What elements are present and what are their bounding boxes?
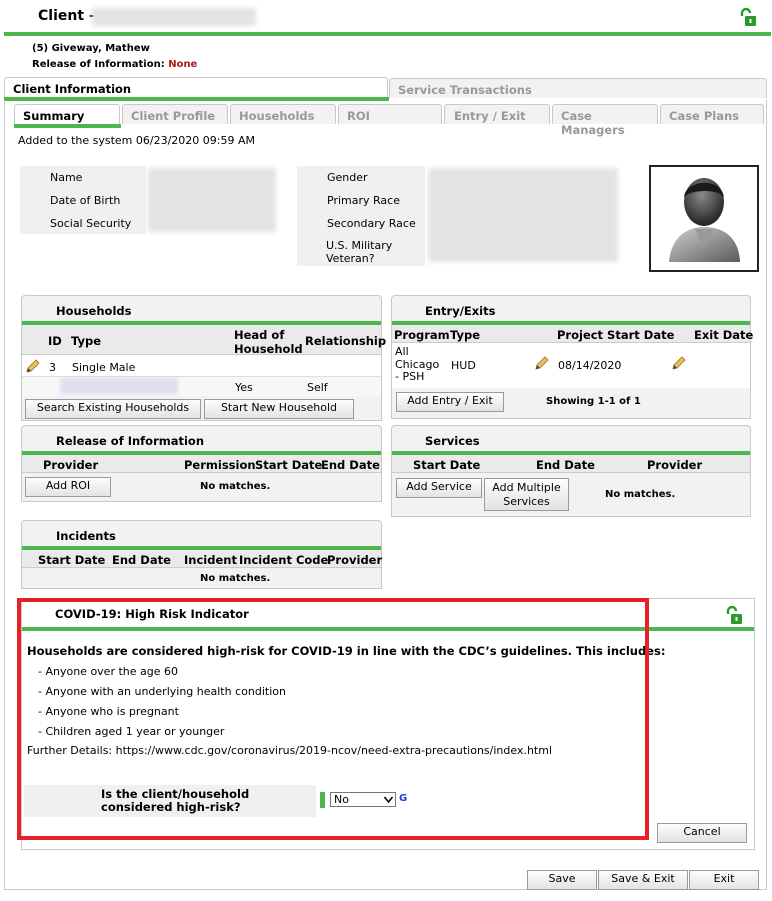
field-label-dob: Date of Birth: [50, 194, 121, 207]
tab-case-plans[interactable]: Case Plans: [660, 104, 764, 124]
inc-header-code: Incident Code: [239, 553, 329, 567]
add-entry-exit-button[interactable]: Add Entry / Exit: [396, 392, 504, 412]
lock-icon[interactable]: [738, 7, 758, 27]
roi-status-value: None: [168, 59, 198, 70]
roi-status-line: Release of Information: None: [32, 59, 197, 70]
ee-header-program: Program: [394, 328, 450, 342]
ee-header-exit: Exit Date: [694, 328, 754, 342]
roi-empty-text: No matches.: [200, 481, 271, 492]
tab-roi-label: ROI: [347, 109, 370, 123]
roi-header-permission: Permission: [184, 458, 256, 472]
hh-header-relationship: Relationship: [305, 334, 387, 348]
field-label-name: Name: [50, 171, 83, 184]
edit-entry-icon[interactable]: [534, 355, 550, 371]
tab-case-managers[interactable]: Case Managers: [552, 104, 658, 137]
tab-entry-exit[interactable]: Entry / Exit: [444, 104, 550, 124]
roi-header-start: Start Date: [255, 458, 323, 472]
svc-header-start: Start Date: [413, 458, 481, 472]
hh-row-type: Single Male: [72, 361, 136, 374]
tab-summary[interactable]: Summary: [14, 104, 120, 124]
tab-case-managers-label: Case Managers: [561, 109, 625, 137]
field-label-ssn: Social Security: [50, 217, 132, 230]
svc-empty-text: No matches.: [605, 489, 676, 500]
hh-row-id: 3: [49, 361, 56, 374]
hh-member-head: Yes: [235, 381, 253, 394]
hh-header-type: Type: [71, 334, 102, 348]
field-label-veteran: U.S. Military Veteran?: [326, 239, 393, 265]
ee-header-type: Type: [450, 328, 481, 342]
client-id-line: (5) Giveway, Mathew: [32, 43, 150, 54]
demographic-values-redacted: [428, 168, 618, 262]
page-title: Client -: [38, 8, 95, 24]
exit-button[interactable]: Exit: [689, 870, 759, 890]
inc-header-end: End Date: [112, 553, 171, 567]
roi-status-label: Release of Information:: [32, 59, 165, 70]
households-title: Households: [56, 304, 132, 318]
incidents-title: Incidents: [56, 529, 116, 543]
hh-header-head: Head of Household: [234, 328, 303, 356]
tab-client-information-label: Client Information: [13, 82, 132, 96]
identity-values-redacted: [148, 168, 276, 232]
ee-row-start: 08/14/2020: [558, 359, 622, 372]
roi-title: Release of Information: [56, 434, 205, 448]
ee-row-type: HUD: [451, 359, 476, 372]
roi-header-end: End Date: [321, 458, 380, 472]
edit-exit-icon[interactable]: [671, 355, 687, 371]
hh-header-id: ID: [48, 334, 62, 348]
inc-header-incident: Incident: [184, 553, 237, 567]
client-name-redacted: [92, 8, 256, 26]
highlight-box: [17, 598, 649, 840]
tab-case-plans-label: Case Plans: [669, 109, 740, 123]
tab-households[interactable]: Households: [230, 104, 336, 124]
field-label-primary-race: Primary Race: [327, 194, 400, 207]
add-service-button[interactable]: Add Service: [396, 478, 482, 498]
add-multiple-services-button[interactable]: Add Multiple Services: [484, 478, 569, 511]
tab-households-label: Households: [239, 109, 315, 123]
services-title: Services: [425, 434, 480, 448]
tab-client-information[interactable]: Client Information: [4, 77, 388, 98]
client-header: Client -: [0, 0, 772, 36]
hh-member-name-redacted: [60, 378, 178, 394]
entry-exits-title: Entry/Exits: [425, 304, 496, 318]
roi-header-provider: Provider: [43, 458, 99, 472]
hh-member-relationship: Self: [307, 381, 328, 394]
ee-row-program: All Chicago - PSH: [395, 345, 440, 383]
add-roi-button[interactable]: Add ROI: [25, 477, 111, 497]
svc-header-provider: Provider: [647, 458, 703, 472]
tab-entry-exit-label: Entry / Exit: [454, 109, 526, 123]
covid-cancel-button[interactable]: Cancel: [657, 823, 747, 843]
inc-header-provider: Provider: [327, 553, 383, 567]
inc-empty-text: No matches.: [200, 573, 271, 584]
tab-service-transactions[interactable]: Service Transactions: [389, 78, 767, 98]
search-existing-households-button[interactable]: Search Existing Households: [25, 399, 201, 419]
ee-header-start: Project Start Date: [557, 328, 675, 342]
sub-tabs-divider: [14, 124, 121, 128]
svc-header-end: End Date: [536, 458, 595, 472]
added-to-system-text: Added to the system 06/23/2020 09:59 AM: [18, 134, 256, 147]
tab-roi[interactable]: ROI: [338, 104, 442, 124]
save-button[interactable]: Save: [527, 870, 597, 890]
covid-lock-icon[interactable]: [724, 605, 744, 625]
tab-client-profile-label: Client Profile: [131, 109, 216, 123]
tab-summary-label: Summary: [23, 109, 85, 123]
edit-household-icon[interactable]: [25, 358, 41, 374]
header-divider: [4, 32, 771, 36]
start-new-household-button[interactable]: Start New Household: [204, 399, 354, 419]
save-and-exit-button[interactable]: Save & Exit: [598, 870, 688, 890]
ee-showing-count: Showing 1-1 of 1: [546, 396, 641, 407]
client-photo[interactable]: [649, 165, 759, 272]
field-label-secondary-race: Secondary Race: [327, 217, 416, 230]
inc-header-start: Start Date: [38, 553, 106, 567]
tab-service-transactions-label: Service Transactions: [398, 83, 532, 97]
avatar-icon: [669, 178, 740, 262]
tab-client-profile[interactable]: Client Profile: [122, 104, 228, 124]
field-label-gender: Gender: [327, 171, 368, 184]
